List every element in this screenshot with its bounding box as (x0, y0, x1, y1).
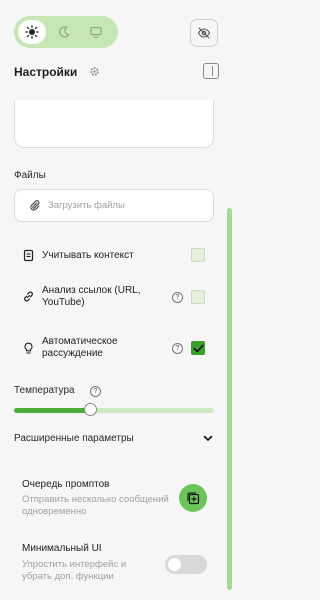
eye-off-icon (197, 27, 211, 39)
paperclip-icon (30, 200, 40, 211)
temperature-label: Температура (14, 385, 75, 396)
upload-files-button[interactable]: Загрузить файлы (14, 189, 214, 222)
hide-button[interactable] (190, 19, 218, 47)
theme-toggle[interactable] (14, 16, 118, 48)
context-checkbox[interactable] (191, 248, 205, 262)
links-checkbox[interactable] (191, 290, 205, 304)
queue-add-button[interactable] (179, 484, 207, 512)
sun-icon (25, 25, 39, 39)
check-icon (193, 344, 204, 352)
queue-title: Очередь промптов (22, 479, 110, 490)
minimal-ui-title: Минимальный UI (22, 543, 102, 554)
minimal-ui-toggle-knob (168, 558, 181, 571)
link-icon (24, 291, 33, 302)
files-label: Файлы (14, 170, 46, 181)
temperature-slider-handle[interactable] (84, 403, 97, 416)
page-title: Настройки (14, 65, 78, 79)
queue-add-icon (186, 491, 199, 504)
bulb-icon (24, 342, 33, 354)
prompt-textarea[interactable] (14, 100, 214, 148)
system-theme-button[interactable] (82, 20, 110, 44)
moon-icon (59, 26, 70, 38)
context-label: Учитывать контекст (42, 250, 134, 261)
queue-description: Отправить несколько сообщений одновремен… (22, 494, 169, 517)
advanced-label[interactable]: Расширенные параметры (14, 433, 134, 444)
help-icon[interactable]: ? (172, 343, 183, 354)
panel-icon[interactable] (203, 63, 219, 79)
light-theme-button[interactable] (18, 20, 46, 44)
reasoning-label: Автоматическое рассуждение (42, 336, 118, 359)
context-icon (23, 249, 34, 262)
gear-icon[interactable] (89, 66, 100, 77)
scrollbar-thumb[interactable] (227, 208, 232, 590)
minimal-ui-description: Упростить интерфейс и убрать доп. функци… (22, 559, 127, 582)
help-icon[interactable]: ? (90, 386, 101, 397)
temperature-slider-fill (14, 408, 90, 413)
upload-files-label: Загрузить файлы (48, 200, 125, 211)
help-icon[interactable]: ? (172, 292, 183, 303)
reasoning-checkbox[interactable] (191, 341, 205, 355)
links-label: Анализ ссылок (URL, YouTube) (42, 285, 141, 308)
chevron-down-icon[interactable] (203, 435, 213, 442)
monitor-icon (90, 26, 102, 38)
dark-theme-button[interactable] (50, 20, 78, 44)
